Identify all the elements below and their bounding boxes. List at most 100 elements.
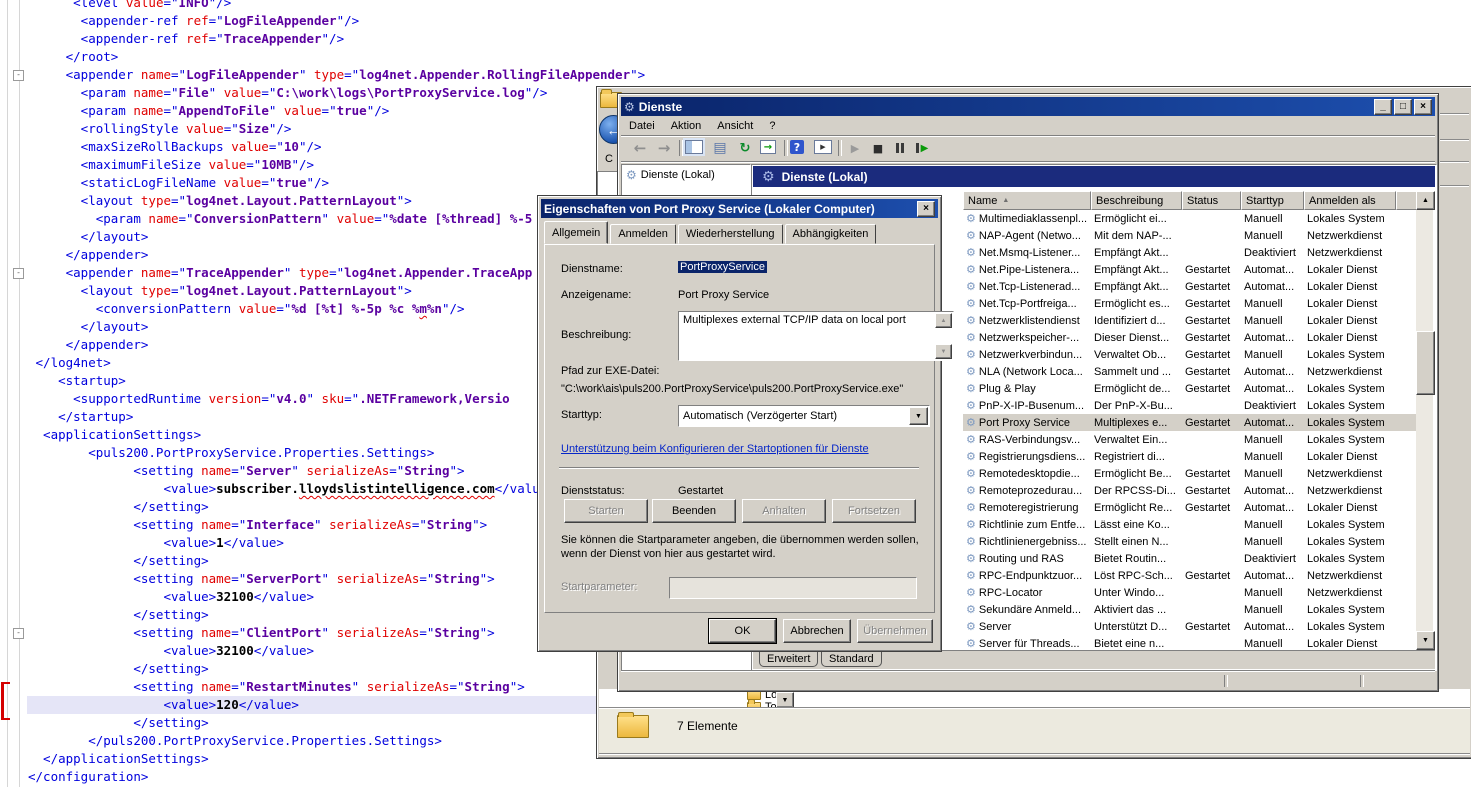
code-line: </root>: [28, 48, 645, 66]
view-tab-erweitert[interactable]: Erweitert: [759, 651, 818, 667]
tab-wiederherstellung[interactable]: Wiederherstellung: [678, 224, 783, 244]
toolbar-separator: [784, 140, 788, 156]
start-service-icon[interactable]: ▶: [846, 140, 864, 156]
properties-icon[interactable]: ▤: [711, 140, 729, 156]
table-row[interactable]: ⚙Richtlinienergebniss...Stellt einen N..…: [963, 533, 1417, 550]
help-icon[interactable]: ?: [790, 140, 804, 154]
column-header-anmeldenals[interactable]: Anmelden als: [1304, 191, 1396, 210]
services-titlebar[interactable]: ⚙ Dienste _ □ ×: [621, 97, 1435, 116]
services-app-icon: ⚙: [624, 101, 635, 113]
table-row[interactable]: ⚙Routing und RASBietet Routin...Deaktivi…: [963, 550, 1417, 567]
beenden-button[interactable]: Beenden: [652, 499, 736, 523]
table-row[interactable]: ⚙Multimediaklassenpl...Ermöglicht ei...M…: [963, 210, 1417, 227]
table-row[interactable]: ⚙Remoteprozedurau...Der RPCSS-Di...Gesta…: [963, 482, 1417, 499]
anhalten-button[interactable]: Anhalten: [742, 499, 826, 523]
menu-item-datei[interactable]: Datei: [621, 118, 663, 134]
forward-icon[interactable]: →: [655, 140, 673, 156]
back-icon[interactable]: ←: [631, 140, 649, 156]
table-row[interactable]: ⚙Port Proxy ServiceMultiplexes e...Gesta…: [963, 414, 1417, 431]
scrollbar-thumb[interactable]: [1416, 331, 1435, 395]
refresh-icon[interactable]: ↻: [736, 140, 754, 156]
code-line: <appender-ref ref="LogFileAppender"/>: [28, 12, 645, 30]
label-startparameter: Startparameter:: [561, 581, 637, 593]
startup-options-link[interactable]: Unterstützung beim Konfigurieren der Sta…: [561, 443, 869, 455]
table-row[interactable]: ⚙RPC-Endpunktzuor...Löst RPC-Sch...Gesta…: [963, 567, 1417, 584]
table-row[interactable]: ⚙Net.Msmq-Listener...Empfängt Akt...Deak…: [963, 244, 1417, 261]
service-name-value[interactable]: PortProxyService: [678, 261, 767, 273]
toolbar-edge: [1440, 161, 1469, 163]
column-header-beschreibung[interactable]: Beschreibung: [1091, 191, 1182, 210]
table-row[interactable]: ⚙RAS-Verbindungsv...Verwaltet Ein...Manu…: [963, 431, 1417, 448]
fortsetzen-button[interactable]: Fortsetzen: [832, 499, 916, 523]
scroll-up-icon[interactable]: ▲: [935, 313, 952, 328]
table-row[interactable]: ⚙Netzwerkverbindun...Verwaltet Ob...Gest…: [963, 346, 1417, 363]
table-row[interactable]: ⚙ServerUnterstützt D...GestartetAutomat.…: [963, 618, 1417, 635]
table-row[interactable]: ⚙Net.Pipe-Listenera...Empfängt Akt...Ges…: [963, 261, 1417, 278]
extended-view-icon[interactable]: ▶: [814, 140, 832, 154]
table-row[interactable]: ⚙NLA (Network Loca...Sammelt und ...Gest…: [963, 363, 1417, 380]
dialog-titlebar[interactable]: Eigenschaften von Port Proxy Service (Lo…: [541, 199, 938, 218]
show-console-tree-icon[interactable]: [685, 140, 703, 154]
tree-item-dienste-lokal[interactable]: ⚙ Dienste (Lokal): [624, 168, 717, 182]
scroll-down-icon[interactable]: ▼: [1416, 631, 1435, 650]
column-header-status[interactable]: Status: [1182, 191, 1241, 210]
fold-guide-line: [19, 0, 20, 787]
chevron-down-icon[interactable]: ▼: [776, 692, 794, 708]
service-gear-icon: ⚙: [966, 298, 976, 309]
fold-toggle-icon[interactable]: -: [13, 70, 24, 81]
view-tab-standard[interactable]: Standard: [821, 651, 882, 667]
table-row[interactable]: ⚙NetzwerklistendienstIdentifiziert d...G…: [963, 312, 1417, 329]
service-gear-icon: ⚙: [966, 587, 976, 598]
fold-toggle-icon[interactable]: -: [13, 628, 24, 639]
scroll-up-icon[interactable]: ▲: [1416, 191, 1435, 210]
label-starttyp: Starttyp:: [561, 409, 602, 421]
toolbar-edge: [1440, 113, 1469, 115]
pause-service-icon[interactable]: [891, 140, 909, 156]
column-header-starttyp[interactable]: Starttyp: [1241, 191, 1304, 210]
starten-button[interactable]: Starten: [564, 499, 648, 523]
ok-button[interactable]: OK: [709, 619, 776, 643]
table-row[interactable]: ⚙Richtlinie zum Entfe...Lässt eine Ko...…: [963, 516, 1417, 533]
abbrechen-button[interactable]: Abbrechen: [783, 619, 851, 643]
description-field[interactable]: Multiplexes external TCP/IP data on loca…: [678, 311, 954, 361]
tab-abhängigkeiten[interactable]: Abhängigkeiten: [785, 224, 877, 244]
table-row[interactable]: ⚙Remotedesktopdie...Ermöglicht Be...Gest…: [963, 465, 1417, 482]
minimize-button[interactable]: _: [1374, 99, 1392, 115]
startup-type-select[interactable]: Automatisch (Verzögerter Start) ▼: [678, 405, 930, 427]
table-row[interactable]: ⚙Plug & PlayErmöglicht de...GestartetAut…: [963, 380, 1417, 397]
menu-item-aktion[interactable]: Aktion: [663, 118, 710, 134]
table-row[interactable]: ⚙Sekundäre Anmeld...Aktiviert das ...Man…: [963, 601, 1417, 618]
chevron-down-icon[interactable]: ▼: [909, 407, 928, 425]
column-header-name[interactable]: Name▲: [963, 191, 1091, 210]
table-row[interactable]: ⚙Net.Tcp-Portfreiga...Ermöglicht es...Ge…: [963, 295, 1417, 312]
address-field[interactable]: [597, 171, 618, 197]
tab-anmelden[interactable]: Anmelden: [610, 224, 676, 244]
restart-service-icon[interactable]: ▶: [913, 140, 931, 156]
stop-service-icon[interactable]: ■: [869, 140, 887, 156]
menu-item-ansicht[interactable]: Ansicht: [709, 118, 761, 134]
close-icon[interactable]: ×: [917, 201, 935, 217]
maximize-button[interactable]: □: [1394, 99, 1412, 115]
tab-allgemein[interactable]: Allgemein: [544, 221, 608, 244]
export-list-icon[interactable]: →: [760, 140, 776, 154]
scroll-down-icon[interactable]: ▼: [935, 344, 952, 359]
table-row[interactable]: ⚙PnP-X-IP-Busenum...Der PnP-X-Bu...Deakt…: [963, 397, 1417, 414]
table-row[interactable]: ⚙Netzwerkspeicher-...Dieser Dienst...Ges…: [963, 329, 1417, 346]
übernehmen-button[interactable]: Übernehmen: [857, 619, 933, 643]
table-row[interactable]: ⚙Registrierungsdiens...Registriert di...…: [963, 448, 1417, 465]
start-parameters-input[interactable]: [669, 577, 917, 599]
table-row[interactable]: ⚙RemoteregistrierungErmöglicht Re...Gest…: [963, 499, 1417, 516]
menu-item-?[interactable]: ?: [761, 118, 783, 134]
fold-toggle-icon[interactable]: -: [13, 268, 24, 279]
dialog-tabs: AllgemeinAnmeldenWiederherstellungAbhäng…: [544, 225, 876, 244]
label-dienstname: Dienstname:: [561, 263, 623, 275]
table-row[interactable]: ⚙RPC-LocatorUnter Windo...ManuellNetzwer…: [963, 584, 1417, 601]
table-row[interactable]: ⚙NAP-Agent (Netwo...Mit dem NAP-...Manue…: [963, 227, 1417, 244]
close-button[interactable]: ×: [1414, 99, 1432, 115]
vertical-scrollbar[interactable]: ▲ ▼: [1416, 191, 1433, 650]
service-gear-icon: ⚙: [966, 400, 976, 411]
startup-type-value: Automatisch (Verzögerter Start): [683, 410, 837, 422]
table-row[interactable]: ⚙Net.Tcp-Listenerad...Empfängt Akt...Ges…: [963, 278, 1417, 295]
start-parameters-note: Sie können die Startparameter angeben, d…: [561, 533, 923, 561]
divider: [599, 753, 1470, 755]
